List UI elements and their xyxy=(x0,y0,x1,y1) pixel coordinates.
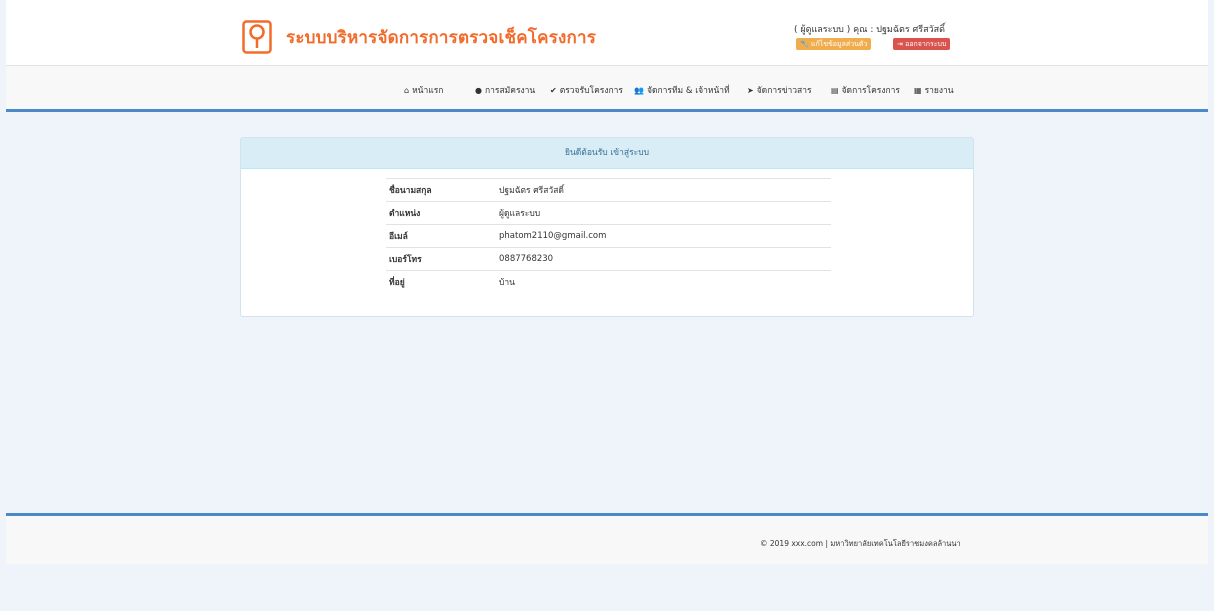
row-label: อีเมล์ xyxy=(386,224,499,248)
nav-item-news-management[interactable]: ➤ จัดการข่าวสาร xyxy=(747,83,812,97)
welcome-panel: ยินดีต้อนรับ เข้าสู่ระบบ ชื่อนามสกุล ปฐม… xyxy=(240,137,974,317)
users-icon: 👥 xyxy=(634,86,644,95)
logout-label: ออกจากระบบ xyxy=(905,40,947,48)
table-row: ที่อยู่ บ้าน xyxy=(386,270,831,294)
chart-icon: ▦ xyxy=(914,86,922,95)
logo-icon[interactable] xyxy=(242,20,272,54)
row-value: 0887768230 xyxy=(499,247,831,271)
file-icon: ▤ xyxy=(831,86,839,95)
main-content: ยินดีต้อนรับ เข้าสู่ระบบ ชื่อนามสกุล ปฐม… xyxy=(6,112,1208,513)
row-value: บ้าน xyxy=(499,270,831,294)
nav-label: ตรวจรับโครงการ xyxy=(559,86,623,96)
row-label: เบอร์โทร xyxy=(386,247,499,271)
edit-profile-button[interactable]: 🔧 แก้ไขข้อมูลส่วนตัว xyxy=(796,38,872,50)
nav-item-team-management[interactable]: 👥 จัดการทีม & เจ้าหน้าที่ xyxy=(634,83,730,97)
page: ระบบบริหารจัดการการตรวจเช็คโครงการ ( ผู้… xyxy=(6,0,1208,611)
nav-label: จัดการทีม & เจ้าหน้าที่ xyxy=(646,86,730,96)
nav-item-home[interactable]: ⌂ หน้าแรก xyxy=(404,83,443,97)
logout-icon: ⇥ xyxy=(897,40,903,48)
nav-item-project-management[interactable]: ▤ จัดการโครงการ xyxy=(831,83,900,97)
user-info: ( ผู้ดูแลระบบ ) คุณ : ปฐมฉัตร ศรีสวัสดิ์ xyxy=(794,25,945,35)
home-icon: ⌂ xyxy=(404,86,410,95)
nav-item-job-application[interactable]: ● การสมัครงาน xyxy=(475,83,535,97)
nav-label: จัดการโครงการ xyxy=(841,86,900,96)
edit-profile-label: แก้ไขข้อมูลส่วนตัว xyxy=(810,40,868,48)
bottom-space xyxy=(6,564,1208,611)
row-value: ปฐมฉัตร ศรีสวัสดิ์ xyxy=(499,178,831,202)
nav-label: จัดการข่าวสาร xyxy=(756,86,812,96)
send-icon: ➤ xyxy=(747,86,754,95)
table-row: ชื่อนามสกุล ปฐมฉัตร ศรีสวัสดิ์ xyxy=(386,178,831,202)
row-label: ที่อยู่ xyxy=(386,270,499,294)
footer-text: © 2019 xxx.com | มหาวิทยาลัยเทคโนโลยีราช… xyxy=(760,539,961,548)
table-row: ตำแหน่ง ผู้ดูแลระบบ xyxy=(386,201,831,225)
table-row: เบอร์โทร 0887768230 xyxy=(386,247,831,271)
main-nav: ⌂ หน้าแรก ● การสมัครงาน ✔ ตรวจรับโครงการ 👥 จ… xyxy=(6,66,1208,112)
nav-label: หน้าแรก xyxy=(412,86,444,96)
footer: © 2019 xxx.com | มหาวิทยาลัยเทคโนโลยีราช… xyxy=(6,513,1208,564)
site-title[interactable]: ระบบบริหารจัดการการตรวจเช็คโครงการ xyxy=(286,24,596,51)
user-info-table: ชื่อนามสกุล ปฐมฉัตร ศรีสวัสดิ์ ตำแหน่ง ผ… xyxy=(386,178,831,294)
row-label: ตำแหน่ง xyxy=(386,201,499,225)
row-value: phatom2110@gmail.com xyxy=(499,224,831,248)
logout-button[interactable]: ⇥ ออกจากระบบ xyxy=(893,38,951,50)
header: ระบบบริหารจัดการการตรวจเช็คโครงการ ( ผู้… xyxy=(6,0,1208,66)
user-icon: ● xyxy=(475,86,482,95)
nav-item-reports[interactable]: ▦ รายงาน xyxy=(914,83,954,97)
row-value: ผู้ดูแลระบบ xyxy=(499,201,831,225)
check-icon: ✔ xyxy=(550,86,557,95)
wrench-icon: 🔧 xyxy=(800,40,809,48)
panel-heading: ยินดีต้อนรับ เข้าสู่ระบบ xyxy=(241,138,973,169)
row-label: ชื่อนามสกุล xyxy=(386,178,499,202)
nav-item-project-inspection[interactable]: ✔ ตรวจรับโครงการ xyxy=(550,83,623,97)
nav-label: รายงาน xyxy=(924,86,954,96)
table-row: อีเมล์ phatom2110@gmail.com xyxy=(386,224,831,248)
nav-label: การสมัครงาน xyxy=(484,86,536,96)
